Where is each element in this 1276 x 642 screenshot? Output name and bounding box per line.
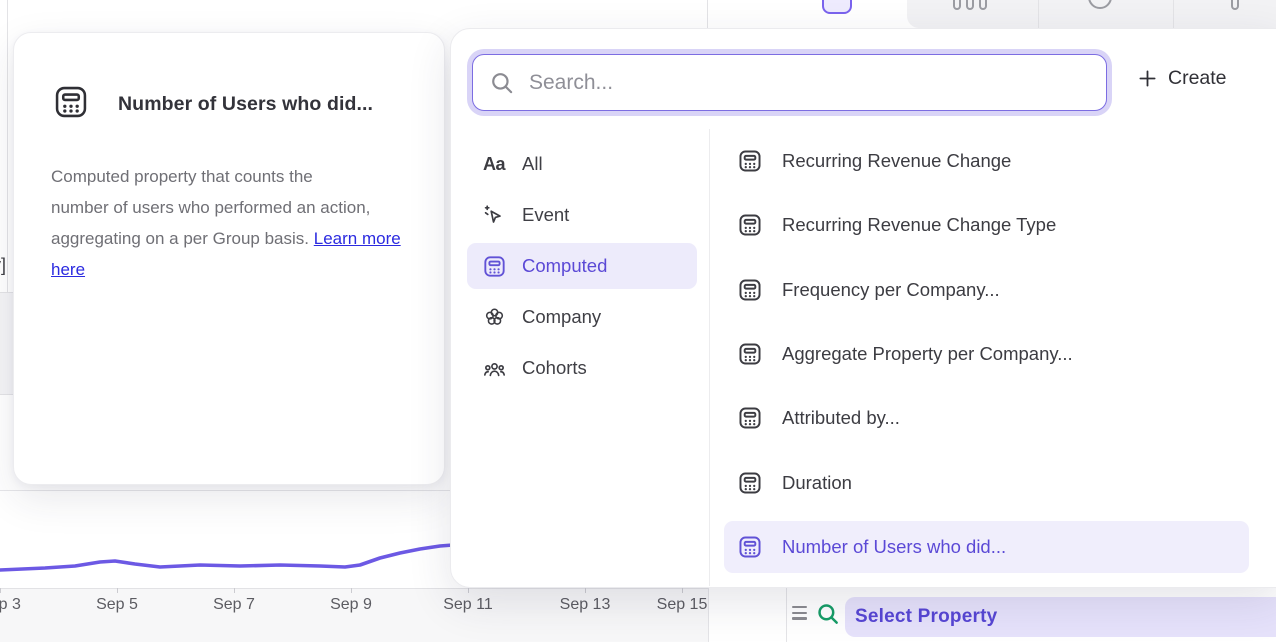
calculator-tab-icon (822, 0, 852, 14)
bottom-divider (786, 588, 787, 642)
axis-tick (468, 588, 469, 593)
search-icon-green (815, 601, 841, 627)
category-company[interactable]: Company (467, 294, 697, 340)
calculator-icon (736, 148, 764, 174)
tab-insights[interactable] (953, 0, 993, 28)
tooltip-header: Number of Users who did... (52, 83, 373, 126)
property-list: Recurring Revenue Change Recurring Reven… (724, 129, 1249, 573)
axis-tick-label: Sep 15 (657, 596, 708, 614)
axis-tick-label: Sep 11 (443, 596, 493, 614)
list-item[interactable]: Duration (724, 450, 1249, 514)
plus-icon (1138, 69, 1157, 88)
property-tooltip-card: Number of Users who did... Computed prop… (13, 32, 445, 485)
list-item[interactable]: Recurring Revenue Change Type (724, 193, 1249, 257)
calculator-icon (736, 534, 764, 560)
axis-tick (351, 588, 352, 593)
axis-tick-label: Sep 3 (0, 596, 21, 614)
search-icon (489, 70, 515, 96)
create-button[interactable]: Create (1138, 67, 1227, 90)
calculator-icon (736, 277, 764, 303)
cohorts-people-icon (481, 356, 507, 381)
calculator-icon (736, 470, 764, 496)
background-partial-text: y] (0, 255, 6, 276)
axis-tick (117, 588, 118, 593)
text-aa-icon: Aa (481, 154, 507, 175)
company-cluster-icon (481, 305, 507, 330)
create-button-label: Create (1168, 67, 1227, 90)
search-box[interactable] (472, 54, 1107, 111)
tab-retention[interactable] (1088, 0, 1118, 28)
category-list: Aa All Event (467, 141, 697, 391)
tab-bar-divider (1038, 0, 1039, 28)
list-item[interactable]: Aggregate Property per Company... (724, 322, 1249, 386)
axis-tick (0, 588, 1, 593)
list-item[interactable]: Recurring Revenue Change (724, 129, 1249, 193)
list-item[interactable]: Frequency per Company... (724, 258, 1249, 322)
tooltip-description: Computed property that counts thenumber … (51, 161, 413, 285)
bar-chart-tab-icon (966, 0, 974, 10)
category-event[interactable]: Event (467, 192, 697, 238)
tooltip-title: Number of Users who did... (118, 93, 373, 116)
axis-tick (234, 588, 235, 593)
axis-tick (585, 588, 586, 593)
search-input[interactable] (529, 71, 1090, 95)
axis-tick-label: Sep 5 (96, 596, 138, 614)
tab-funnels[interactable] (1231, 0, 1243, 28)
line-chart-series (0, 518, 456, 588)
axis-tick (682, 588, 683, 593)
calculator-icon (481, 254, 507, 279)
select-property-field[interactable]: Select Property (845, 597, 1276, 637)
calculator-icon (736, 341, 764, 367)
panel-divider (709, 129, 710, 586)
drag-handle-icon[interactable] (792, 606, 807, 620)
calculator-icon (52, 83, 90, 126)
background-panel-border (7, 0, 8, 292)
retention-tab-icon (1088, 0, 1112, 9)
category-computed[interactable]: Computed (467, 243, 697, 289)
axis-tick-label: Sep 13 (560, 596, 611, 614)
tab-bar-divider (1173, 0, 1174, 28)
bar-chart-tab-icon (979, 0, 987, 10)
calculator-icon (736, 212, 764, 238)
list-item[interactable]: Attributed by... (724, 386, 1249, 450)
axis-tick-label: Sep 9 (330, 596, 372, 614)
select-property-label: Select Property (855, 606, 997, 628)
list-item-selected[interactable]: Number of Users who did... (724, 521, 1249, 573)
axis-tick-label: Sep 7 (213, 596, 255, 614)
tab-bar-divider (707, 0, 708, 28)
bottom-divider (708, 588, 709, 642)
calculator-icon (736, 405, 764, 431)
tab-metrics[interactable] (822, 0, 856, 28)
category-all[interactable]: Aa All (467, 141, 697, 187)
background-panel-fragment (0, 292, 13, 395)
funnel-tab-icon (1231, 0, 1239, 10)
category-cohorts[interactable]: Cohorts (467, 345, 697, 391)
cursor-spark-icon (481, 203, 507, 227)
property-picker-panel: Create Aa All Event (450, 28, 1276, 588)
background-divider (0, 490, 450, 491)
bar-chart-tab-icon (953, 0, 961, 10)
